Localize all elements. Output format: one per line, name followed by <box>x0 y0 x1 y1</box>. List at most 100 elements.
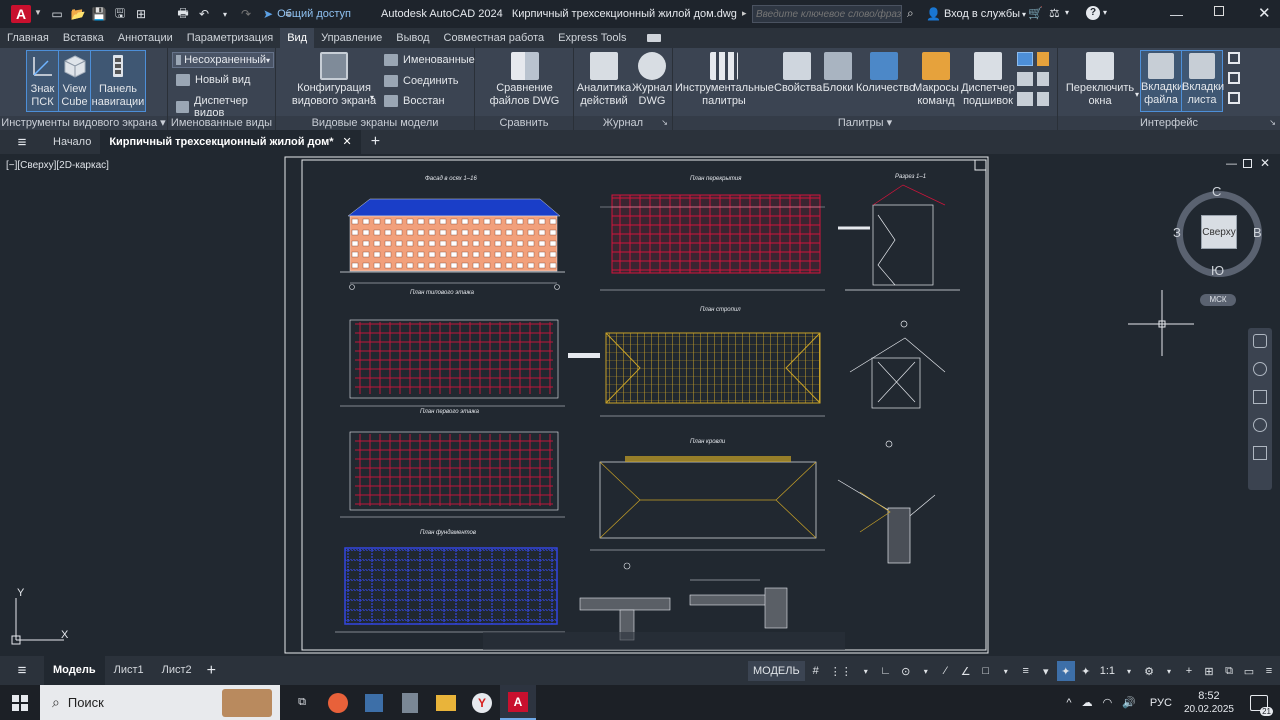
blocks-button[interactable]: Блоки <box>821 52 855 95</box>
search-icon[interactable]: ⌕ <box>907 6 914 21</box>
autodesk-a360-icon[interactable]: ⚖ <box>1049 6 1060 20</box>
switch-windows-button[interactable]: Переключить окна <box>1062 52 1138 108</box>
viewcube-west[interactable]: З <box>1173 225 1181 240</box>
minimize-icon[interactable]: — <box>1170 7 1183 22</box>
cart-icon[interactable]: 🛒 <box>1028 6 1043 20</box>
wifi-icon[interactable]: ◠ <box>1103 696 1113 709</box>
save-as-icon[interactable]: 🖫 <box>111 5 129 23</box>
quickcalc-icon[interactable] <box>1037 52 1049 66</box>
panel-launcher-icon[interactable]: ↘ <box>661 116 668 130</box>
panel-launcher-icon[interactable]: ↘ <box>1269 116 1276 130</box>
zoom-extents-icon[interactable] <box>1253 390 1267 404</box>
osnap-icon[interactable]: □ <box>977 661 995 681</box>
ribbon-minimize-icon[interactable] <box>647 34 662 42</box>
file-explorer-icon[interactable] <box>428 685 464 720</box>
action-macros-button[interactable]: Макросы команд <box>913 52 959 108</box>
viewcube-button[interactable]: View Cube <box>59 53 90 109</box>
annotation-monitor-icon[interactable]: + <box>1180 661 1198 681</box>
auto-scale-icon[interactable]: ✦ <box>1077 661 1095 681</box>
signin-button[interactable]: 👤 Вход в службы ▾ <box>926 7 1026 21</box>
share-button[interactable]: ➤ Общий доступ <box>263 7 351 21</box>
current-file-tab[interactable]: Кирпичный трехсекционный жилой дом* ✕ <box>100 130 361 154</box>
units-icon[interactable]: ⊞ <box>1200 661 1218 681</box>
tray-expand-icon[interactable]: ^ <box>1066 697 1071 709</box>
yandex-browser-icon[interactable]: Y <box>464 685 500 720</box>
ortho-icon[interactable]: ∟ <box>877 661 895 681</box>
chevron-down-icon[interactable]: ▾ <box>1065 8 1069 17</box>
tab-home[interactable]: Главная <box>0 28 56 48</box>
start-tab[interactable]: Начало <box>44 130 100 154</box>
tab-parametric[interactable]: Параметризация <box>180 28 280 48</box>
model-space-button[interactable]: МОДЕЛЬ <box>748 661 805 681</box>
grid-icon[interactable]: # <box>807 661 825 681</box>
object-tracking-icon[interactable]: ∠ <box>957 661 975 681</box>
tab-manage[interactable]: Управление <box>314 28 389 48</box>
viewcube-east[interactable]: В <box>1253 225 1262 240</box>
save-icon[interactable]: 💾 <box>90 5 108 23</box>
calculator-app-icon[interactable] <box>392 685 428 720</box>
close-icon[interactable]: ✕ <box>1258 4 1271 22</box>
viewcube-face-top[interactable]: Сверху <box>1201 215 1237 249</box>
snap-icon[interactable]: ⋮⋮ <box>827 661 855 681</box>
model-tab[interactable]: Модель <box>44 656 105 685</box>
isolate-objects-icon[interactable]: ▭ <box>1240 661 1258 681</box>
close-tab-icon[interactable]: ✕ <box>343 130 352 154</box>
sheet-set-manager-button[interactable]: Диспетчер подшивок <box>960 52 1016 108</box>
design-center-icon[interactable] <box>1017 92 1033 106</box>
viewport-close-icon[interactable]: ✕ <box>1260 156 1270 170</box>
tool-palettes-button[interactable]: Инструментальные палитры <box>675 52 774 108</box>
named-viewports-button[interactable]: Именованные <box>384 54 475 66</box>
polar-icon[interactable]: ⊙ <box>897 661 915 681</box>
annotation-visibility-icon[interactable]: ✦ <box>1056 661 1075 681</box>
redo-icon[interactable]: ↷ <box>237 5 255 23</box>
osnap-dropdown-icon[interactable]: ▾ <box>997 661 1015 681</box>
print-icon[interactable]: 🖶 <box>174 5 192 23</box>
taskbar-search-box[interactable]: ⌕ Поиск <box>40 685 280 720</box>
volume-icon[interactable]: 🔊 <box>1122 696 1136 709</box>
quick-properties-icon[interactable]: ⧉ <box>1220 661 1238 681</box>
selection-cycling-icon[interactable]: ▾ <box>1037 661 1055 681</box>
floppy-app-icon[interactable] <box>356 685 392 720</box>
tab-annotate[interactable]: Аннотации <box>111 28 180 48</box>
app-menu-chevron-icon[interactable]: ▼ <box>34 8 42 17</box>
maximize-icon[interactable] <box>1214 6 1224 16</box>
pan-icon[interactable] <box>1253 362 1267 376</box>
tab-insert[interactable]: Вставка <box>56 28 111 48</box>
snap-dropdown-icon[interactable]: ▾ <box>857 661 875 681</box>
named-view-dropdown[interactable]: Несохраненный ▾ <box>172 52 274 68</box>
firefox-icon[interactable] <box>320 685 356 720</box>
annotation-scale[interactable]: 1:1 <box>1097 661 1118 681</box>
polar-dropdown-icon[interactable]: ▾ <box>917 661 935 681</box>
viewport-minimize-icon[interactable]: — <box>1226 158 1237 170</box>
new-layout-icon[interactable]: + <box>207 662 216 680</box>
open-file-icon[interactable]: 📂 <box>69 5 87 23</box>
chevron-down-icon[interactable]: ▾ <box>1135 90 1139 99</box>
tab-view[interactable]: Вид <box>280 28 315 48</box>
chevron-down-icon[interactable]: ▾ <box>370 93 374 102</box>
scale-dropdown-icon[interactable]: ▾ <box>1120 661 1138 681</box>
viewport-config-button[interactable]: Конфигурация видового экрана <box>286 52 382 108</box>
autocad-logo-icon[interactable]: A <box>11 5 31 23</box>
calculator-icon[interactable] <box>1037 72 1049 86</box>
undo-icon[interactable]: ↶ <box>195 5 213 23</box>
expand-search-icon[interactable]: ▸ <box>742 8 747 19</box>
new-tab-icon[interactable]: + <box>371 133 380 151</box>
external-references-icon[interactable] <box>1017 52 1033 66</box>
wcs-menu[interactable]: МСК <box>1200 294 1236 306</box>
dwg-history-button[interactable]: Журнал DWG <box>632 52 672 108</box>
viewcube-south[interactable]: Ю <box>1211 263 1224 278</box>
language-indicator[interactable]: РУС <box>1150 697 1172 709</box>
workspace-dropdown-icon[interactable]: ▾ <box>1160 661 1178 681</box>
restore-viewports-button[interactable]: Восстан <box>384 95 445 107</box>
layer-properties-icon[interactable] <box>1017 72 1033 86</box>
orbit-icon[interactable] <box>1253 418 1267 432</box>
panel-title-palettes[interactable]: Палитры ▾ <box>673 116 1057 130</box>
windows-start-icon[interactable] <box>0 685 40 720</box>
customize-status-icon[interactable]: ≡ <box>1260 661 1278 681</box>
steering-wheel-icon[interactable] <box>1253 334 1267 348</box>
tile-horizontal-icon[interactable] <box>1228 52 1240 64</box>
search-input[interactable] <box>752 5 902 23</box>
file-tabs-button[interactable]: Вкладки файла <box>1141 53 1183 107</box>
navbar-button[interactable]: Панель навигации <box>91 53 145 109</box>
new-file-icon[interactable]: ▭ <box>48 5 66 23</box>
